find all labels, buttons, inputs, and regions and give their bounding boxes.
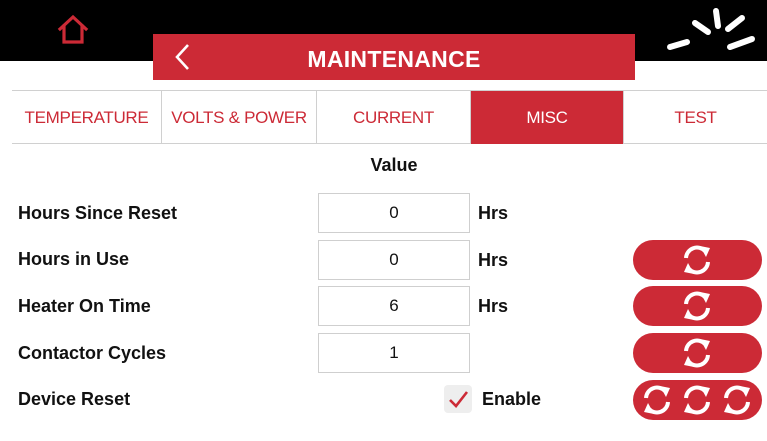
home-button[interactable] <box>56 14 90 46</box>
tab-current[interactable]: CURRENT <box>317 91 471 144</box>
loading-spinner-icon <box>664 5 756 61</box>
tab-bar: TEMPERATURE VOLTS & POWER CURRENT MISC T… <box>12 90 767 144</box>
home-icon <box>57 14 89 44</box>
heater-on-time-unit: Hrs <box>478 296 509 316</box>
enable-label: Enable <box>482 389 542 409</box>
page-title: MAINTENANCE <box>307 46 481 72</box>
heater-on-time-value[interactable]: 6 <box>318 286 470 326</box>
tab-volts-power[interactable]: VOLTS & POWER <box>162 91 317 144</box>
maintenance-screen: MAINTENANCE TEMPERATURE VOLTS & POWER CU… <box>0 0 767 441</box>
refresh-icon <box>684 338 710 368</box>
refresh-icon <box>644 385 670 415</box>
hours-in-use-label: Hours in Use <box>18 249 130 269</box>
contactor-cycles-value[interactable]: 1 <box>318 333 470 373</box>
tab-temperature[interactable]: TEMPERATURE <box>12 91 162 144</box>
reset-contactor-cycles-button[interactable] <box>633 333 762 373</box>
tab-test[interactable]: TEST <box>624 91 767 144</box>
enable-checkbox[interactable] <box>444 385 472 413</box>
tab-misc[interactable]: MISC <box>471 91 624 144</box>
hours-in-use-value[interactable]: 0 <box>318 240 470 280</box>
refresh-icon <box>684 385 710 415</box>
refresh-icon <box>684 291 710 321</box>
heater-on-time-label: Heater On Time <box>18 296 151 316</box>
value-column-header: Value <box>370 155 418 175</box>
hours-since-reset-label: Hours Since Reset <box>18 203 178 223</box>
hours-since-reset-unit: Hrs <box>478 203 509 223</box>
reset-heater-on-time-button[interactable] <box>633 286 762 326</box>
reset-hours-in-use-button[interactable] <box>633 240 762 280</box>
device-reset-label: Device Reset <box>18 389 131 409</box>
refresh-icon <box>724 385 750 415</box>
hours-since-reset-value[interactable]: 0 <box>318 193 470 233</box>
refresh-icon <box>684 245 710 275</box>
hours-in-use-unit: Hrs <box>478 250 509 270</box>
contactor-cycles-label: Contactor Cycles <box>18 343 167 363</box>
checkmark-icon <box>449 391 469 408</box>
title-bar: MAINTENANCE <box>153 34 635 80</box>
device-reset-button[interactable] <box>633 380 762 420</box>
